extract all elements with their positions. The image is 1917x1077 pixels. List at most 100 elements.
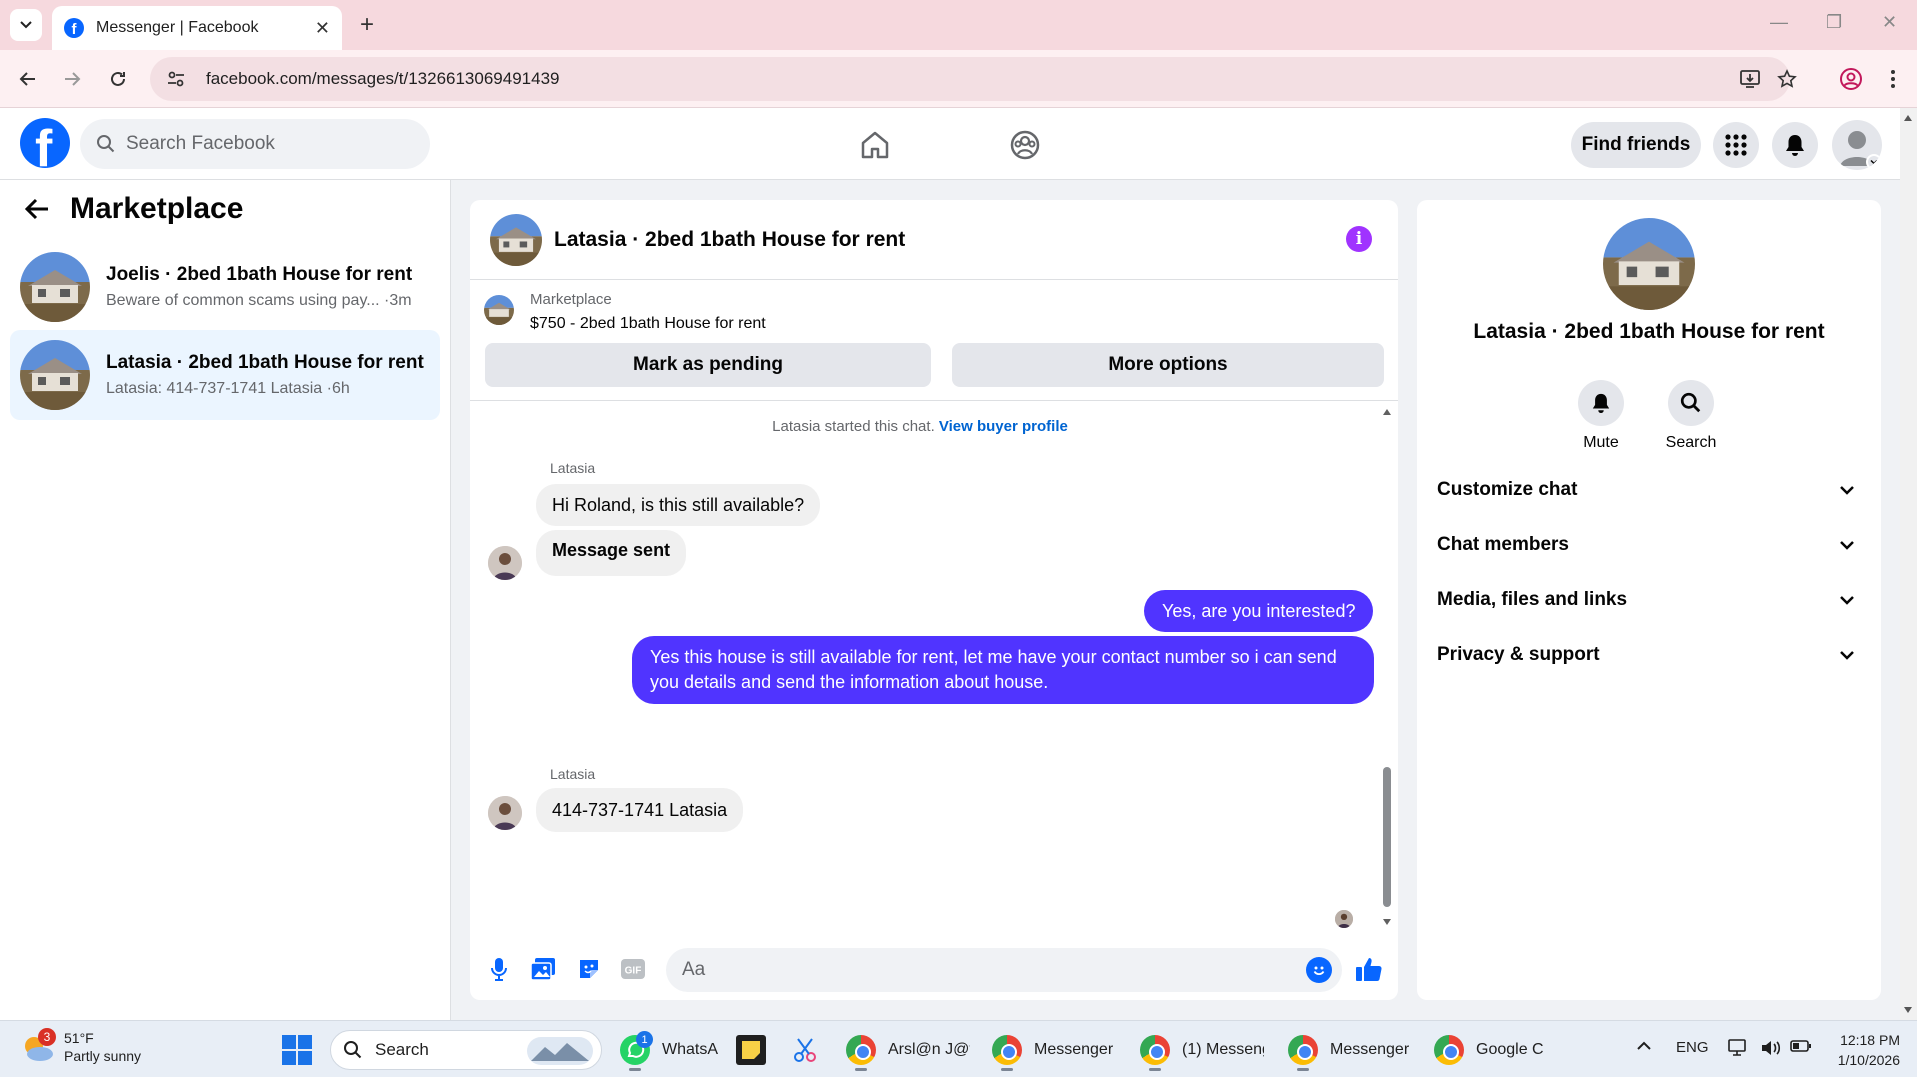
taskbar-app-chrome-5[interactable]: Google C [1434, 1031, 1558, 1069]
mute-action[interactable]: Mute [1561, 380, 1641, 452]
battery-icon[interactable] [1790, 1039, 1812, 1057]
language-indicator[interactable]: ENG [1676, 1039, 1709, 1056]
section-label: Chat members [1437, 534, 1569, 555]
more-options-button[interactable]: More options [952, 343, 1384, 387]
home-nav-button[interactable] [853, 123, 897, 167]
taskbar-app-chrome-2[interactable]: Messenger | [992, 1031, 1116, 1071]
attach-photo-button[interactable] [528, 954, 558, 984]
conversation-item-active[interactable]: Latasia · 2bed 1bath House for rent Lata… [10, 330, 440, 420]
browser-tab-messenger[interactable]: f Messenger | Facebook ✕ [52, 6, 342, 50]
weather-widget[interactable]: 3 51°F Partly sunny [18, 1028, 142, 1065]
profile-avatar-button[interactable] [1832, 120, 1882, 170]
taskbar-app-label: (1) Messeng [1182, 1041, 1264, 1058]
chat-panel: Latasia · 2bed 1bath House for rent i Ma… [470, 200, 1398, 1000]
minimize-icon[interactable]: — [1770, 12, 1788, 33]
send-like-button[interactable] [1354, 954, 1384, 984]
view-buyer-profile-link[interactable]: View buyer profile [939, 418, 1068, 435]
message-input-wrapper[interactable] [666, 948, 1342, 992]
facebook-logo-icon[interactable]: f [20, 118, 70, 168]
conversation-list-panel: Marketplace Joelis · 2bed 1bath House fo… [0, 180, 451, 1020]
partly-sunny-icon: 3 [18, 1028, 58, 1064]
notifications-button[interactable] [1772, 122, 1818, 168]
tab-close-icon[interactable]: ✕ [315, 18, 330, 39]
sticker-button[interactable] [574, 954, 604, 984]
listing-price-title[interactable]: $750 - 2bed 1bath House for rent [530, 315, 766, 333]
chat-members-section[interactable]: Chat members [1437, 525, 1867, 565]
house-avatar [20, 340, 90, 410]
chat-title[interactable]: Latasia · 2bed 1bath House for rent [554, 228, 905, 252]
message-input[interactable] [682, 959, 1242, 981]
volume-icon[interactable] [1760, 1039, 1782, 1061]
system-clock[interactable]: 12:18 PM 1/10/2026 [1820, 1030, 1900, 1070]
mark-as-pending-button[interactable]: Mark as pending [485, 343, 931, 387]
section-label: Media, files and links [1437, 589, 1628, 610]
search-action[interactable]: Search [1651, 380, 1731, 452]
outgoing-message[interactable]: Yes, are you interested? [1144, 590, 1374, 632]
incoming-message[interactable]: Hi Roland, is this still available? [536, 484, 821, 526]
preview-text: Latasia: 414-737-1741 Latasia [106, 380, 323, 397]
incoming-message[interactable]: 414-737-1741 Latasia [536, 788, 744, 832]
close-window-icon[interactable]: ✕ [1882, 12, 1897, 33]
incoming-message[interactable]: Message sent [536, 530, 687, 576]
chat-scrollbar-thumb[interactable] [1383, 767, 1391, 907]
account-icon[interactable] [1836, 64, 1866, 94]
listing-thumbnail[interactable] [484, 295, 514, 325]
new-tab-button[interactable]: + [352, 10, 382, 40]
show-hidden-icons-chevron-icon[interactable] [1636, 1039, 1652, 1056]
facebook-search[interactable] [80, 119, 430, 169]
reload-button[interactable] [102, 63, 134, 95]
chat-scrollbar[interactable] [1380, 402, 1394, 938]
voice-clip-button[interactable] [484, 954, 514, 984]
customize-chat-section[interactable]: Customize chat [1437, 470, 1867, 510]
info-icon[interactable]: i [1346, 226, 1372, 252]
message-composer: GIF [470, 940, 1398, 1000]
chevron-down-icon [20, 21, 32, 29]
sender-avatar[interactable] [488, 546, 522, 580]
taskbar-search[interactable]: Search [330, 1030, 602, 1070]
url-text[interactable]: facebook.com/messages/t/1326613069491439 [206, 69, 559, 89]
conversation-item[interactable]: Joelis · 2bed 1bath House for rent Bewar… [10, 242, 440, 332]
chat-details-panel: Latasia · 2bed 1bath House for rent Mute… [1417, 200, 1881, 1000]
taskbar-app-chrome-3[interactable]: (1) Messeng [1140, 1031, 1264, 1071]
privacy-support-section[interactable]: Privacy & support [1437, 635, 1867, 675]
taskbar-app-label: Arsl@n J@v [888, 1041, 970, 1058]
listing-source: Marketplace [530, 291, 612, 308]
gif-button[interactable]: GIF [618, 954, 648, 984]
section-label: Customize chat [1437, 479, 1578, 500]
back-button[interactable] [12, 63, 44, 95]
message-sender: Latasia [550, 460, 596, 476]
groups-nav-button[interactable] [1003, 123, 1047, 167]
menu-grid-button[interactable] [1713, 122, 1759, 168]
back-arrow-icon[interactable] [24, 197, 50, 221]
weather-condition: Partly sunny [64, 1048, 142, 1064]
media-files-links-section[interactable]: Media, files and links [1437, 580, 1867, 620]
install-app-icon[interactable] [1735, 64, 1765, 94]
taskbar-app-sticky-notes[interactable] [736, 1031, 768, 1069]
taskbar-app-snipping-tool[interactable] [790, 1031, 822, 1069]
outgoing-message[interactable]: Yes this house is still available for re… [632, 636, 1374, 704]
taskbar-app-chrome-1[interactable]: Arsl@n J@v [846, 1031, 970, 1071]
restore-icon[interactable]: ❐ [1826, 12, 1842, 33]
browser-menu-icon[interactable] [1878, 64, 1908, 94]
groups-icon [1010, 130, 1040, 160]
network-icon[interactable] [1728, 1039, 1750, 1061]
taskbar-app-chrome-4[interactable]: Messenger | [1288, 1031, 1412, 1071]
sticker-icon [580, 960, 598, 978]
find-friends-button[interactable]: Find friends [1571, 122, 1701, 168]
windows-start-icon[interactable] [282, 1035, 312, 1065]
page-scrollbar[interactable] [1900, 108, 1917, 1020]
site-settings-icon[interactable] [164, 67, 188, 91]
bookmark-star-icon[interactable] [1772, 64, 1802, 94]
chevron-down-icon [1866, 154, 1882, 170]
emoji-icon[interactable] [1306, 957, 1332, 983]
details-avatar[interactable] [1603, 218, 1695, 310]
sender-avatar[interactable] [488, 796, 522, 830]
forward-button[interactable] [56, 63, 88, 95]
taskbar-app-whatsapp[interactable]: 1 WhatsA [620, 1031, 720, 1071]
home-icon [861, 131, 889, 159]
address-bar[interactable]: facebook.com/messages/t/1326613069491439 [150, 57, 1790, 101]
chat-avatar[interactable] [490, 213, 542, 266]
facebook-search-input[interactable] [126, 133, 386, 155]
chat-started-notice: Latasia started this chat. View buyer pr… [470, 418, 1370, 435]
tab-search-dropdown-button[interactable] [10, 9, 42, 41]
